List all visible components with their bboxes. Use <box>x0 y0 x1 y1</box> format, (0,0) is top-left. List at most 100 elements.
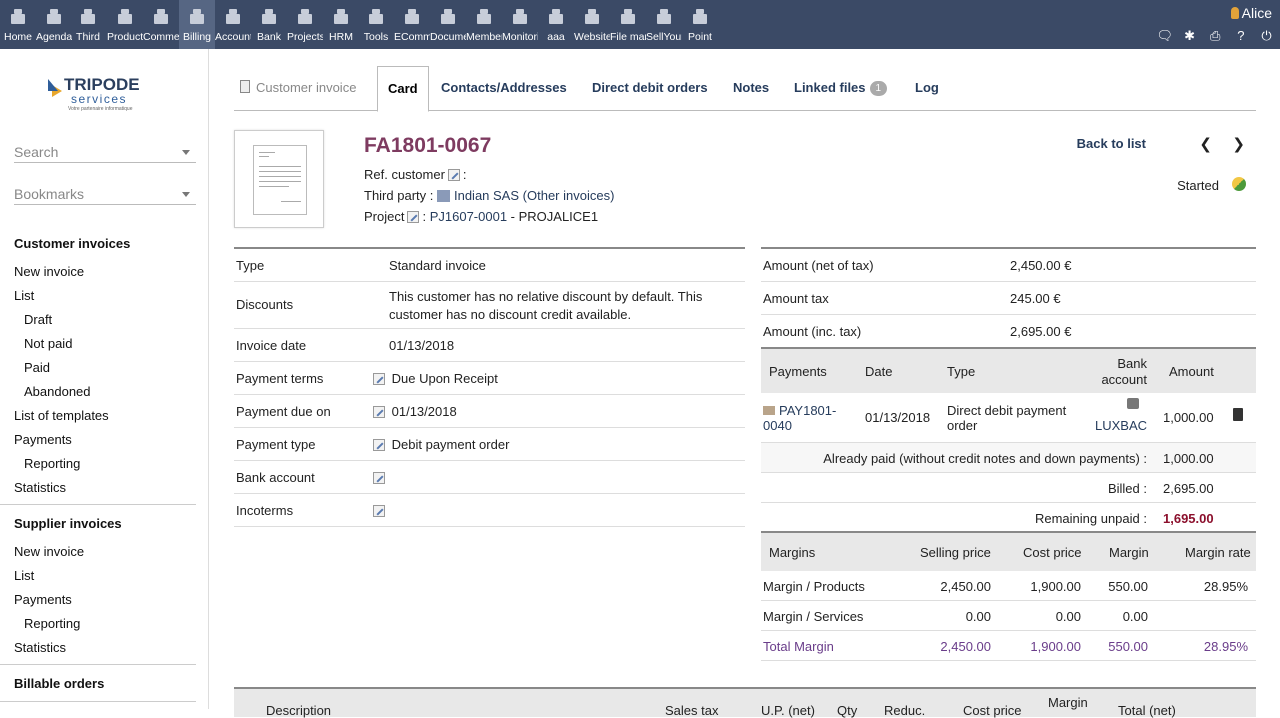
billed-value: 2,695.00 <box>1163 481 1214 496</box>
column-header: Description <box>266 703 332 718</box>
top-menu-sellyoursaas[interactable]: SellYourSaas <box>646 0 682 49</box>
top-menu-products[interactable]: Products <box>107 0 143 49</box>
field-label: Amount (net of tax) <box>763 258 874 273</box>
top-menu-monitoring[interactable]: Monitoring <box>502 0 538 49</box>
tab-direct-debit[interactable]: Direct debit orders <box>582 66 718 111</box>
bookmarks-select[interactable]: Bookmarks <box>14 181 196 205</box>
tab-log[interactable]: Log <box>905 66 949 111</box>
menu-statistics[interactable]: Statistics <box>14 480 66 495</box>
user-menu[interactable]: Alice <box>1230 5 1272 21</box>
menu-customer-invoices[interactable]: Customer invoices <box>14 236 130 251</box>
margins-header: Margins Selling price Cost price Margin … <box>761 533 1256 571</box>
bank-account-link[interactable]: LUXBAC <box>1095 418 1147 433</box>
payment-due-value: 01/13/2018 <box>391 404 457 419</box>
top-menu-tools[interactable]: Tools <box>358 0 394 49</box>
margin-selling: 2,450.00 <box>940 579 991 594</box>
menu-divider <box>0 701 196 702</box>
search-select[interactable]: Search <box>14 139 196 163</box>
menu-supplier-new-invoice[interactable]: New invoice <box>14 544 84 559</box>
third-party-link[interactable]: Indian SAS <box>454 188 519 203</box>
menu-supplier-reporting[interactable]: Reporting <box>24 616 80 631</box>
top-menu-label: Monitoring <box>502 31 538 43</box>
menu-new-invoice[interactable]: New invoice <box>14 264 84 279</box>
menu-not-paid[interactable]: Not paid <box>24 336 72 351</box>
bank-icon <box>260 8 278 24</box>
column-header: Margin <box>1109 545 1149 560</box>
commerce-icon <box>152 8 170 24</box>
top-menu-label: Agenda <box>36 31 72 43</box>
project-link[interactable]: PJ1607-0001 <box>430 209 507 224</box>
margins-table: Margins Selling price Cost price Margin … <box>761 531 1256 661</box>
edit-icon[interactable] <box>373 472 385 484</box>
edit-icon[interactable] <box>447 169 460 181</box>
column-header: Selling price <box>920 545 991 560</box>
top-menu-members[interactable]: Members <box>466 0 502 49</box>
top-menu-bank[interactable]: Bank <box>251 0 287 49</box>
tab-customer-invoice[interactable]: Customer invoice <box>234 66 366 111</box>
other-invoices-link[interactable]: Other invoices <box>527 188 610 203</box>
invoice-preview-thumbnail[interactable] <box>234 130 324 228</box>
top-menu-agenda[interactable]: Agenda <box>36 0 72 49</box>
type-row: Type Standard invoice <box>234 249 745 282</box>
top-menu-home[interactable]: Home <box>0 0 36 49</box>
edit-icon[interactable] <box>407 211 420 223</box>
tab-notes[interactable]: Notes <box>723 66 779 111</box>
menu-list[interactable]: List <box>14 288 34 303</box>
previous-record-icon[interactable]: ❮ <box>1199 135 1212 153</box>
payment-icon <box>763 406 775 415</box>
tab-card[interactable]: Card <box>377 66 429 112</box>
chevron-down-icon <box>182 150 190 155</box>
top-menu-label: Home <box>3 31 32 43</box>
top-menu-ecommerce[interactable]: ECommerce <box>394 0 430 49</box>
top-menu-point[interactable]: Point <box>682 0 718 49</box>
top-menu-commerce[interactable]: Commerce <box>143 0 179 49</box>
tab-contacts[interactable]: Contacts/Addresses <box>431 66 577 111</box>
help-icon[interactable]: ? <box>1233 28 1248 43</box>
top-menu-billing[interactable]: Billing <box>179 0 215 49</box>
menu-reporting[interactable]: Reporting <box>24 456 80 471</box>
top-menu-third[interactable]: Third <box>70 0 106 49</box>
top-menu-hrm[interactable]: HRM <box>323 0 359 49</box>
edit-icon[interactable] <box>373 373 385 385</box>
chat-icon[interactable]: 🗨 <box>1157 28 1174 43</box>
edit-icon[interactable] <box>373 439 385 451</box>
edit-icon[interactable] <box>373 406 385 418</box>
edit-icon[interactable] <box>373 505 385 517</box>
delete-icon[interactable] <box>1233 408 1243 421</box>
back-to-list-link[interactable]: Back to list <box>1077 136 1146 151</box>
tab-linked-files[interactable]: Linked files 1 <box>784 66 897 111</box>
top-menu-label: Projects <box>287 31 323 43</box>
pos-icon <box>691 8 709 24</box>
summary-label: Billed : <box>1107 481 1147 496</box>
menu-list-templates[interactable]: List of templates <box>14 408 109 423</box>
top-menu-websites[interactable]: Websites <box>574 0 610 49</box>
top-menu-file-manager[interactable]: File manager <box>610 0 646 49</box>
menu-payments[interactable]: Payments <box>14 432 72 447</box>
column-header: Margins <box>769 545 816 560</box>
bug-icon[interactable]: ✱ <box>1182 28 1197 43</box>
top-menu-accounting[interactable]: Accounting <box>215 0 251 49</box>
menu-abandoned[interactable]: Abandoned <box>24 384 91 399</box>
top-menu-projects[interactable]: Projects <box>287 0 323 49</box>
menu-supplier-invoices[interactable]: Supplier invoices <box>14 516 122 531</box>
payment-ref-part: PAY1801- <box>779 403 837 418</box>
print-icon[interactable]: ⎙ <box>1208 28 1223 43</box>
top-menu-label: Tools <box>363 31 389 43</box>
tab-label: Contacts/Addresses <box>441 80 567 95</box>
menu-supplier-payments[interactable]: Payments <box>14 592 72 607</box>
menu-supplier-statistics[interactable]: Statistics <box>14 640 66 655</box>
menu-billable-orders[interactable]: Billable orders <box>14 676 104 691</box>
logout-icon[interactable]: ⏻ <box>1259 28 1274 43</box>
payment-terms-value: Due Upon Receipt <box>391 371 498 386</box>
tools-icon <box>367 8 385 24</box>
menu-draft[interactable]: Draft <box>24 312 52 327</box>
next-record-icon[interactable]: ❯ <box>1232 135 1245 153</box>
top-menu-aaa[interactable]: aaa <box>538 0 574 49</box>
payment-ref-link[interactable]: PAY1801- 0040 <box>763 403 853 433</box>
menu-paid[interactable]: Paid <box>24 360 50 375</box>
thirdparty-icon <box>79 8 97 24</box>
top-menu-label: Accounting <box>215 31 251 43</box>
menu-supplier-list[interactable]: List <box>14 568 34 583</box>
top-menu-documents[interactable]: Documents <box>430 0 466 49</box>
column-header: Total (net) <box>1118 703 1176 718</box>
